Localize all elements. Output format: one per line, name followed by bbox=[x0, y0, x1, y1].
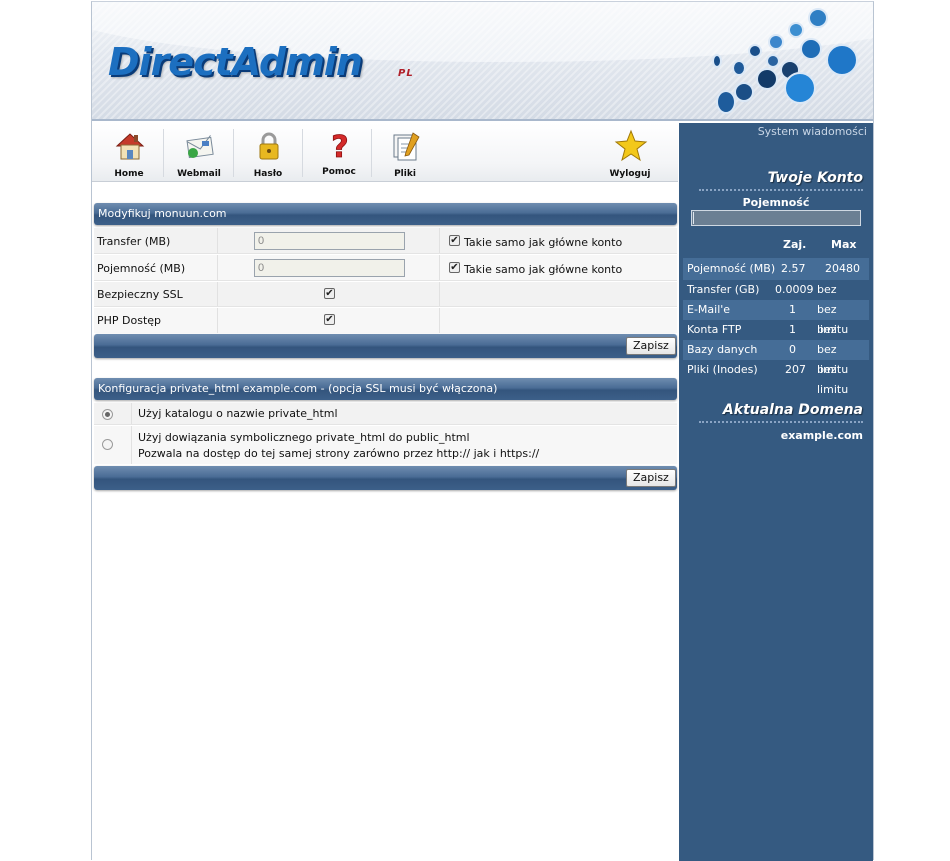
php-label: PHP Dostęp bbox=[97, 314, 162, 327]
php-checkbox[interactable]: ✔ bbox=[324, 314, 335, 325]
ssl-checkbox[interactable]: ✔ bbox=[324, 288, 335, 299]
stat-row: Transfer (GB) 0.0009 bez limitu bbox=[687, 283, 848, 316]
modify-section-header: Modyfikuj monuun.com bbox=[94, 203, 677, 225]
capacity-same-label: Takie samo jak główne konto bbox=[464, 263, 623, 276]
current-domain-title: Aktualna Domena bbox=[722, 402, 863, 418]
webmail-button[interactable]: Webmail bbox=[164, 127, 234, 179]
private-html-save-button[interactable]: Zapisz bbox=[626, 469, 676, 487]
system-messages-link[interactable]: System wiadomości bbox=[758, 125, 867, 138]
transfer-label: Transfer (MB) bbox=[97, 235, 171, 248]
private-html-dir-label: Użyj katalogu o nazwie private_html bbox=[138, 407, 338, 420]
logout-button[interactable]: Wyloguj bbox=[595, 127, 665, 179]
capacity-same-checkbox[interactable]: ✔ bbox=[449, 262, 460, 273]
modify-save-button[interactable]: Zapisz bbox=[626, 337, 676, 355]
private-html-symlink-label: Użyj dowiązania symbolicznego private_ht… bbox=[138, 431, 470, 444]
header-banner: DirectAdmin PL bbox=[92, 2, 873, 121]
modify-section-title: Modyfikuj monuun.com bbox=[98, 207, 227, 220]
lock-icon bbox=[259, 132, 279, 160]
col-max-header: Max bbox=[831, 238, 857, 251]
ssl-row: Bezpieczny SSL ✔ bbox=[94, 282, 677, 307]
ssl-label: Bezpieczny SSL bbox=[97, 288, 183, 301]
private-html-section-header: Konfiguracja private_html example.com - … bbox=[94, 378, 677, 400]
files-button[interactable]: Pliki bbox=[370, 127, 440, 179]
transfer-input[interactable] bbox=[254, 232, 405, 250]
modify-footer: Zapisz bbox=[94, 334, 677, 358]
capacity-heading: Pojemność bbox=[742, 196, 810, 209]
password-label: Hasło bbox=[253, 169, 283, 179]
col-used-header: Zaj. bbox=[783, 238, 807, 251]
webmail-label: Webmail bbox=[177, 169, 221, 179]
private-html-section-title: Konfiguracja private_html example.com - … bbox=[98, 382, 498, 395]
home-icon bbox=[115, 133, 145, 160]
private-html-option-2: Użyj dowiązania symbolicznego private_ht… bbox=[94, 426, 677, 464]
logout-label: Wyloguj bbox=[609, 169, 651, 179]
home-button[interactable]: Home bbox=[94, 127, 164, 179]
main-toolbar: Home Webmail Hasło ? Pomoc Pliki Wyloguj bbox=[92, 123, 678, 182]
private-html-option-1: Użyj katalogu o nazwie private_html bbox=[94, 403, 677, 425]
svg-text:?: ? bbox=[331, 130, 348, 163]
transfer-same-label: Takie samo jak główne konto bbox=[464, 236, 623, 249]
transfer-row: Transfer (MB) ✔ Takie samo jak główne ko… bbox=[94, 228, 677, 254]
files-icon bbox=[393, 132, 420, 161]
mail-icon bbox=[186, 135, 214, 159]
help-button[interactable]: ? Pomoc bbox=[304, 127, 374, 179]
files-label: Pliki bbox=[394, 169, 416, 179]
transfer-same-checkbox[interactable]: ✔ bbox=[449, 235, 460, 246]
password-button[interactable]: Hasło bbox=[233, 127, 303, 179]
stat-row: Konta FTP 1 bez limitu bbox=[687, 323, 848, 356]
capacity-progress-fill bbox=[693, 212, 694, 224]
help-label: Pomoc bbox=[322, 167, 356, 177]
page: DirectAdmin PL Home Webmail Hasło ? Pomo… bbox=[91, 1, 874, 861]
stat-row: Bazy danych 0 bez limitu bbox=[683, 340, 869, 376]
php-row: PHP Dostęp ✔ bbox=[94, 308, 677, 333]
sidebar: System wiadomości Twoje Konto Pojemność … bbox=[679, 123, 873, 861]
capacity-input[interactable] bbox=[254, 259, 405, 277]
private-html-symlink-description: Pozwala na dostęp do tej samej strony za… bbox=[138, 447, 540, 460]
stat-row: Pojemność (MB) 2.57 20480 bbox=[683, 258, 869, 280]
stat-row: Pliki (Inodes) 207 bez limitu bbox=[687, 363, 849, 396]
capacity-progress-bar bbox=[691, 210, 861, 226]
help-icon: ? bbox=[331, 130, 349, 163]
directadmin-logo: DirectAdmin bbox=[108, 40, 363, 84]
private-html-footer: Zapisz bbox=[94, 466, 677, 490]
stat-row: E-Mail'e 1 bez limitu bbox=[683, 300, 869, 336]
capacity-row: Pojemność (MB) ✔ Takie samo jak główne k… bbox=[94, 255, 677, 281]
star-icon bbox=[614, 129, 648, 162]
private-html-symlink-radio[interactable] bbox=[102, 439, 113, 450]
capacity-label: Pojemność (MB) bbox=[97, 262, 186, 275]
current-domain: example.com bbox=[780, 429, 863, 442]
logo-suffix: PL bbox=[398, 68, 414, 79]
account-title: Twoje Konto bbox=[767, 170, 863, 186]
home-label: Home bbox=[114, 169, 144, 179]
private-html-dir-radio[interactable] bbox=[102, 409, 113, 420]
